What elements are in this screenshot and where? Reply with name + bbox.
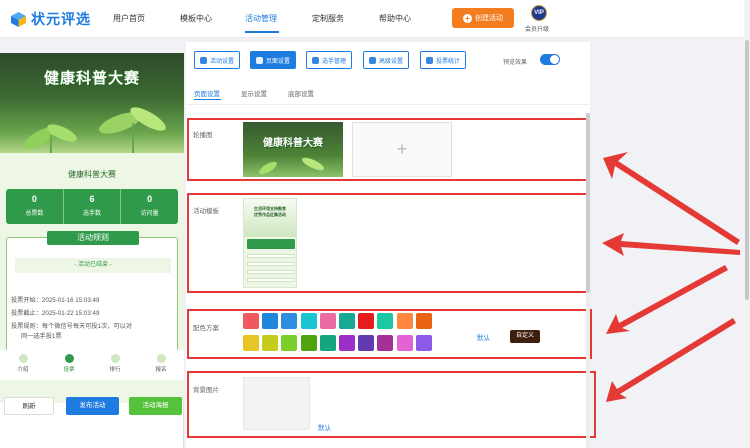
arrow-to-template xyxy=(602,233,740,256)
annotation-arrows xyxy=(602,152,740,402)
arrow-to-colors xyxy=(606,265,728,334)
arrow-to-carousel xyxy=(603,152,740,245)
